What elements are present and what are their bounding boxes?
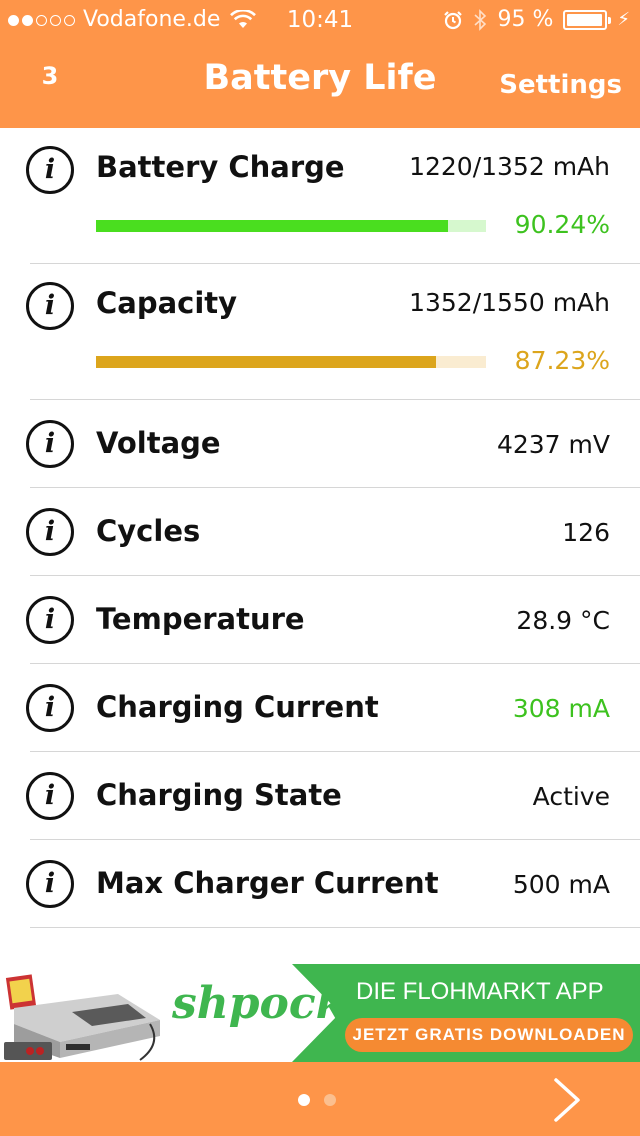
page-control[interactable] <box>298 1094 336 1106</box>
page-dot <box>324 1094 336 1106</box>
capacity-progress-bar <box>96 356 486 368</box>
ad-banner[interactable]: shpock DIE FLOHMARKT APP JETZT GRATIS DO… <box>0 964 640 1062</box>
row-value: 1352/1550 mAh <box>409 288 610 317</box>
row-charging-current: i Charging Current 308 mA <box>26 664 640 752</box>
row-temperature: i Temperature 28.9 °C <box>26 576 640 664</box>
row-voltage: i Voltage 4237 mV <box>26 400 640 488</box>
battery-percent: 95 % <box>497 7 554 32</box>
battery-fill <box>567 14 602 26</box>
ad-download-button[interactable]: JETZT GRATIS DOWNLOADEN <box>345 1018 633 1052</box>
battery-info-list: i Battery Charge 1220/1352 mAh 90.24% i … <box>0 128 640 928</box>
row-capacity: i Capacity 1352/1550 mAh 87.23% <box>26 264 640 400</box>
settings-button[interactable]: Settings <box>499 70 622 100</box>
bottom-toolbar <box>0 1062 640 1136</box>
row-battery-charge: i Battery Charge 1220/1352 mAh 90.24% <box>26 128 640 264</box>
info-icon[interactable]: i <box>26 860 74 908</box>
row-label: Temperature <box>96 602 305 636</box>
charging-bolt-icon: ⚡︎ <box>617 9 630 30</box>
row-value: 126 <box>562 518 610 547</box>
status-right: 95 % ⚡︎ <box>443 0 630 40</box>
row-value: 28.9 °C <box>516 606 610 635</box>
chevron-right-icon[interactable] <box>548 1076 588 1124</box>
percent-label: 87.23% <box>514 346 610 375</box>
row-value: 500 mA <box>512 870 610 899</box>
row-label: Charging Current <box>96 690 379 724</box>
page-dot-active <box>298 1094 310 1106</box>
info-icon[interactable]: i <box>26 772 74 820</box>
info-icon[interactable]: i <box>26 596 74 644</box>
alarm-icon <box>444 11 463 30</box>
row-value: 1220/1352 mAh <box>409 152 610 181</box>
bluetooth-icon <box>474 9 487 31</box>
row-label: Charging State <box>96 778 342 812</box>
percent-label: 90.24% <box>514 210 610 239</box>
row-label: Voltage <box>96 426 221 460</box>
top-bar: Vodafone.de 10:41 95 % ⚡︎ 3 Battery Life… <box>0 0 640 128</box>
progress-fill <box>96 220 448 232</box>
battery-icon <box>563 10 612 30</box>
row-label: Cycles <box>96 514 201 548</box>
progress-fill <box>96 356 437 368</box>
row-cycles: i Cycles 126 <box>26 488 640 576</box>
info-icon[interactable]: i <box>26 282 74 330</box>
row-value: Active <box>532 782 610 811</box>
row-max-charger-current: i Max Charger Current 500 mA <box>26 840 640 928</box>
row-value: 4237 mV <box>496 430 610 459</box>
row-label: Battery Charge <box>96 150 345 184</box>
row-charging-state: i Charging State Active <box>26 752 640 840</box>
row-value: 308 mA <box>512 694 610 723</box>
info-icon[interactable]: i <box>26 420 74 468</box>
game-console-image <box>4 974 160 1061</box>
row-label: Capacity <box>96 286 238 320</box>
row-label: Max Charger Current <box>96 866 439 900</box>
charge-progress-bar <box>96 220 486 232</box>
ad-headline: DIE FLOHMARKT APP <box>356 978 604 1005</box>
info-icon[interactable]: i <box>26 684 74 732</box>
status-bar: Vodafone.de 10:41 95 % ⚡︎ <box>0 0 640 40</box>
info-icon[interactable]: i <box>26 146 74 194</box>
info-icon[interactable]: i <box>26 508 74 556</box>
